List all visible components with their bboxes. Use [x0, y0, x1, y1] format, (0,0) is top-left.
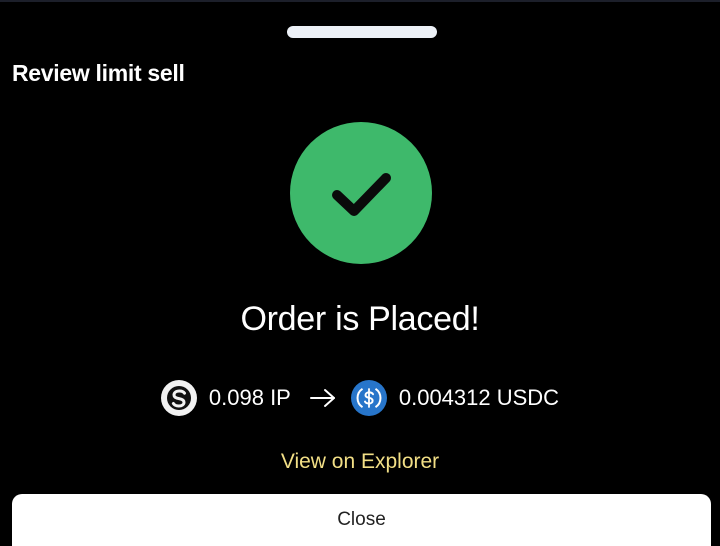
view-on-explorer-link[interactable]: View on Explorer [0, 450, 720, 474]
close-button[interactable]: Close [12, 494, 711, 546]
arrow-right-icon [309, 389, 335, 407]
order-confirmation-sheet: Review limit sell Order is Placed! 0.098… [0, 0, 720, 546]
check-icon [332, 173, 391, 216]
ip-token-icon [160, 380, 197, 416]
sheet-title: Review limit sell [12, 60, 185, 86]
from-amount: 0.098 IP [208, 385, 291, 410]
sheet-drag-handle[interactable] [287, 26, 437, 38]
success-check-badge [290, 122, 432, 264]
order-status-message: Order is Placed! [240, 300, 480, 338]
to-amount: 0.004312 USDC [398, 385, 560, 410]
top-edge-divider [0, 0, 720, 2]
swap-summary: 0.098 IP 0.004312 USDC [0, 378, 720, 418]
usdc-token-icon [350, 380, 387, 416]
